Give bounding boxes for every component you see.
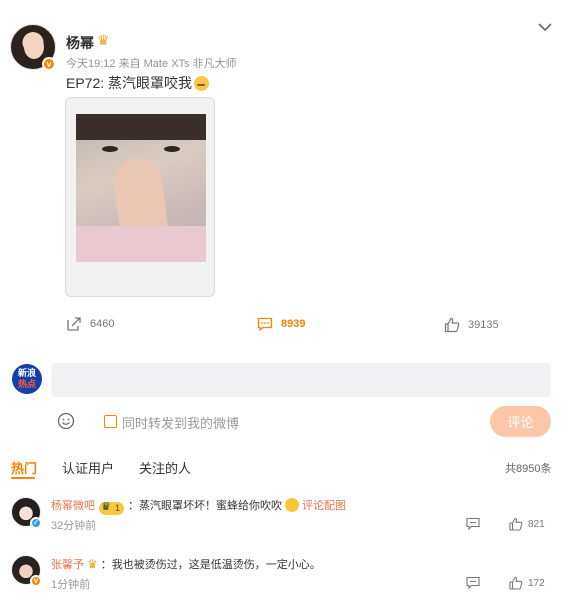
crown-icon: ♛ xyxy=(97,32,110,48)
share-button[interactable]: 6460 xyxy=(66,316,114,332)
repost-label[interactable]: 同时转发到我的微博 xyxy=(122,413,239,432)
photo-eye xyxy=(102,146,118,152)
tab-hot[interactable]: 热门 xyxy=(11,458,37,477)
sleepy-emoji-icon xyxy=(194,76,210,91)
reply-icon[interactable] xyxy=(466,517,480,531)
avatar-face xyxy=(24,35,44,59)
author-name[interactable]: 杨幂 xyxy=(66,33,94,53)
laugh-emoji-icon xyxy=(285,498,300,512)
comment-row: 杨幂微吧 1：蒸汽眼罩坏坏！蜜蜂给你吹吹 评论配图 xyxy=(51,497,346,515)
comment-button[interactable]: 8939 xyxy=(257,316,305,332)
comment-input[interactable] xyxy=(51,363,551,397)
comment-text: ：我也被烫伤过，这是低温烫伤，一定小心。 xyxy=(100,559,321,571)
avatar-line2: 热点 xyxy=(17,379,36,389)
comment-time: 32分钟前 xyxy=(51,520,97,532)
photo-eye xyxy=(164,146,180,152)
like-icon xyxy=(509,517,523,531)
active-tab-indicator xyxy=(11,477,35,479)
chevron-down-icon[interactable] xyxy=(536,18,554,36)
comment-text: ：蒸汽眼罩坏坏！蜜蜂给你吹吹 xyxy=(128,500,283,512)
comment-like-count: 172 xyxy=(528,577,545,589)
verified-badge-icon: v xyxy=(42,57,56,71)
crown-icon: ♛ xyxy=(87,557,98,571)
commenter-name[interactable]: 杨幂微吧 xyxy=(51,500,95,512)
share-count: 6460 xyxy=(90,318,115,330)
reply-icon[interactable] xyxy=(466,576,480,590)
comment-count: 8939 xyxy=(281,318,306,330)
like-count: 39135 xyxy=(468,319,499,331)
post-text-content: EP72: 蒸汽眼罩咬我 xyxy=(66,75,193,91)
post-meta: 今天19:12 来自 Mate XTs 非凡大师 xyxy=(66,58,237,70)
comment-total: 共8950条 xyxy=(505,463,552,475)
comment-icon xyxy=(257,317,273,332)
photo-shirt xyxy=(76,226,206,262)
photo-hair xyxy=(76,114,206,140)
like-icon xyxy=(509,576,523,590)
repost-checkbox[interactable] xyxy=(104,415,117,428)
comment-row: 张馨予 ♛ ：我也被烫伤过，这是低温烫伤，一定小心。 xyxy=(51,556,321,572)
submit-comment-button[interactable]: 评论 xyxy=(490,406,551,437)
verified-badge-icon: ✓ xyxy=(30,517,42,529)
post-image[interactable] xyxy=(76,114,206,262)
tab-verified-users[interactable]: 认证用户 xyxy=(62,458,114,477)
share-icon xyxy=(67,317,81,331)
comment-like-button[interactable]: 821 xyxy=(509,517,545,531)
tab-following[interactable]: 关注的人 xyxy=(139,458,191,477)
fan-badge: 1 xyxy=(99,501,125,515)
smile-icon[interactable] xyxy=(57,412,75,430)
comment-like-count: 821 xyxy=(528,518,545,530)
current-user-avatar[interactable]: 新浪 热点 xyxy=(12,364,42,394)
avatar-line1: 新浪 xyxy=(17,368,36,378)
like-button[interactable]: 39135 xyxy=(444,317,499,333)
comment-picture-link[interactable]: 评论配图 xyxy=(302,500,346,512)
like-icon xyxy=(444,317,460,333)
comment-like-button[interactable]: 172 xyxy=(509,576,545,590)
post-text: EP72: 蒸汽眼罩咬我 xyxy=(66,73,210,93)
commenter-name[interactable]: 张馨予 xyxy=(51,559,84,571)
verified-badge-icon: v xyxy=(30,575,42,587)
comment-time: 1分钟前 xyxy=(51,579,91,591)
